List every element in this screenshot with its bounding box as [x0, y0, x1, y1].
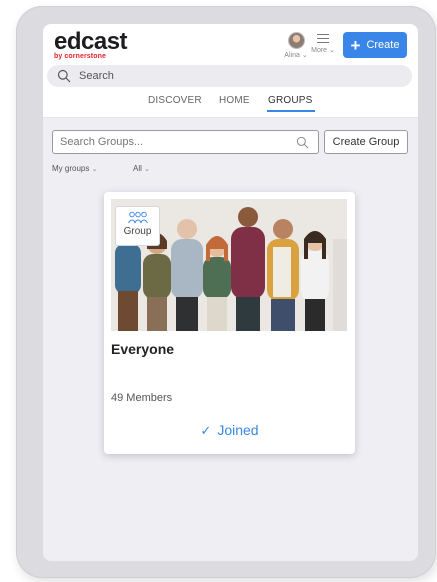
member-count: 49 Members	[111, 392, 173, 404]
joined-label: Joined	[217, 422, 259, 438]
active-tab-indicator	[267, 110, 315, 112]
chevron-down-icon: ⌄	[301, 52, 308, 59]
nav-tabs: DISCOVER HOME GROUPS	[43, 92, 418, 116]
group-title[interactable]: Everyone	[111, 341, 174, 357]
create-button-label: Create	[366, 39, 400, 51]
user-menu[interactable]: Alina ⌄	[280, 32, 312, 59]
tab-home[interactable]: HOME	[219, 95, 250, 106]
logo-wordmark: edcast	[54, 28, 128, 55]
more-label: More	[311, 47, 328, 54]
plus-icon: +	[350, 35, 361, 55]
joined-button[interactable]: ✓ Joined	[104, 422, 355, 439]
global-search-placeholder: Search	[79, 70, 114, 82]
group-badge: Group	[115, 206, 160, 246]
group-search-placeholder: Search Groups...	[60, 136, 144, 148]
avatar	[287, 32, 305, 49]
group-search-input[interactable]: Search Groups...	[52, 130, 319, 154]
check-icon: ✓	[200, 423, 212, 438]
search-icon	[57, 69, 71, 83]
filter-all[interactable]: All ⌄	[133, 164, 150, 173]
group-icon	[127, 211, 148, 224]
create-group-button[interactable]: Create Group	[324, 130, 408, 154]
app-screen: edcast by cornerstone Alina ⌄ More ⌄ + C…	[43, 24, 418, 561]
group-badge-label: Group	[123, 226, 152, 237]
hamburger-icon	[317, 33, 329, 43]
chevron-down-icon: ⌄	[329, 47, 335, 54]
filter-my-groups-label: My groups	[52, 164, 90, 173]
edcast-logo[interactable]: edcast by cornerstone	[54, 28, 128, 61]
search-icon[interactable]	[296, 136, 309, 149]
global-search-input[interactable]: Search	[47, 65, 412, 87]
create-button[interactable]: + Create	[343, 32, 407, 58]
filter-my-groups[interactable]: My groups ⌄	[52, 164, 97, 173]
top-bar: edcast by cornerstone Alina ⌄ More ⌄ + C…	[43, 24, 418, 118]
filter-all-label: All	[133, 164, 142, 173]
chevron-down-icon: ⌄	[91, 166, 98, 173]
group-card[interactable]: Group Everyone 49 Members ✓ Joined	[104, 192, 355, 454]
user-name: Alina	[284, 52, 300, 59]
more-menu[interactable]: More ⌄	[309, 31, 337, 54]
tab-groups[interactable]: GROUPS	[268, 95, 313, 106]
chevron-down-icon: ⌄	[144, 166, 150, 173]
tab-discover[interactable]: DISCOVER	[148, 95, 202, 106]
